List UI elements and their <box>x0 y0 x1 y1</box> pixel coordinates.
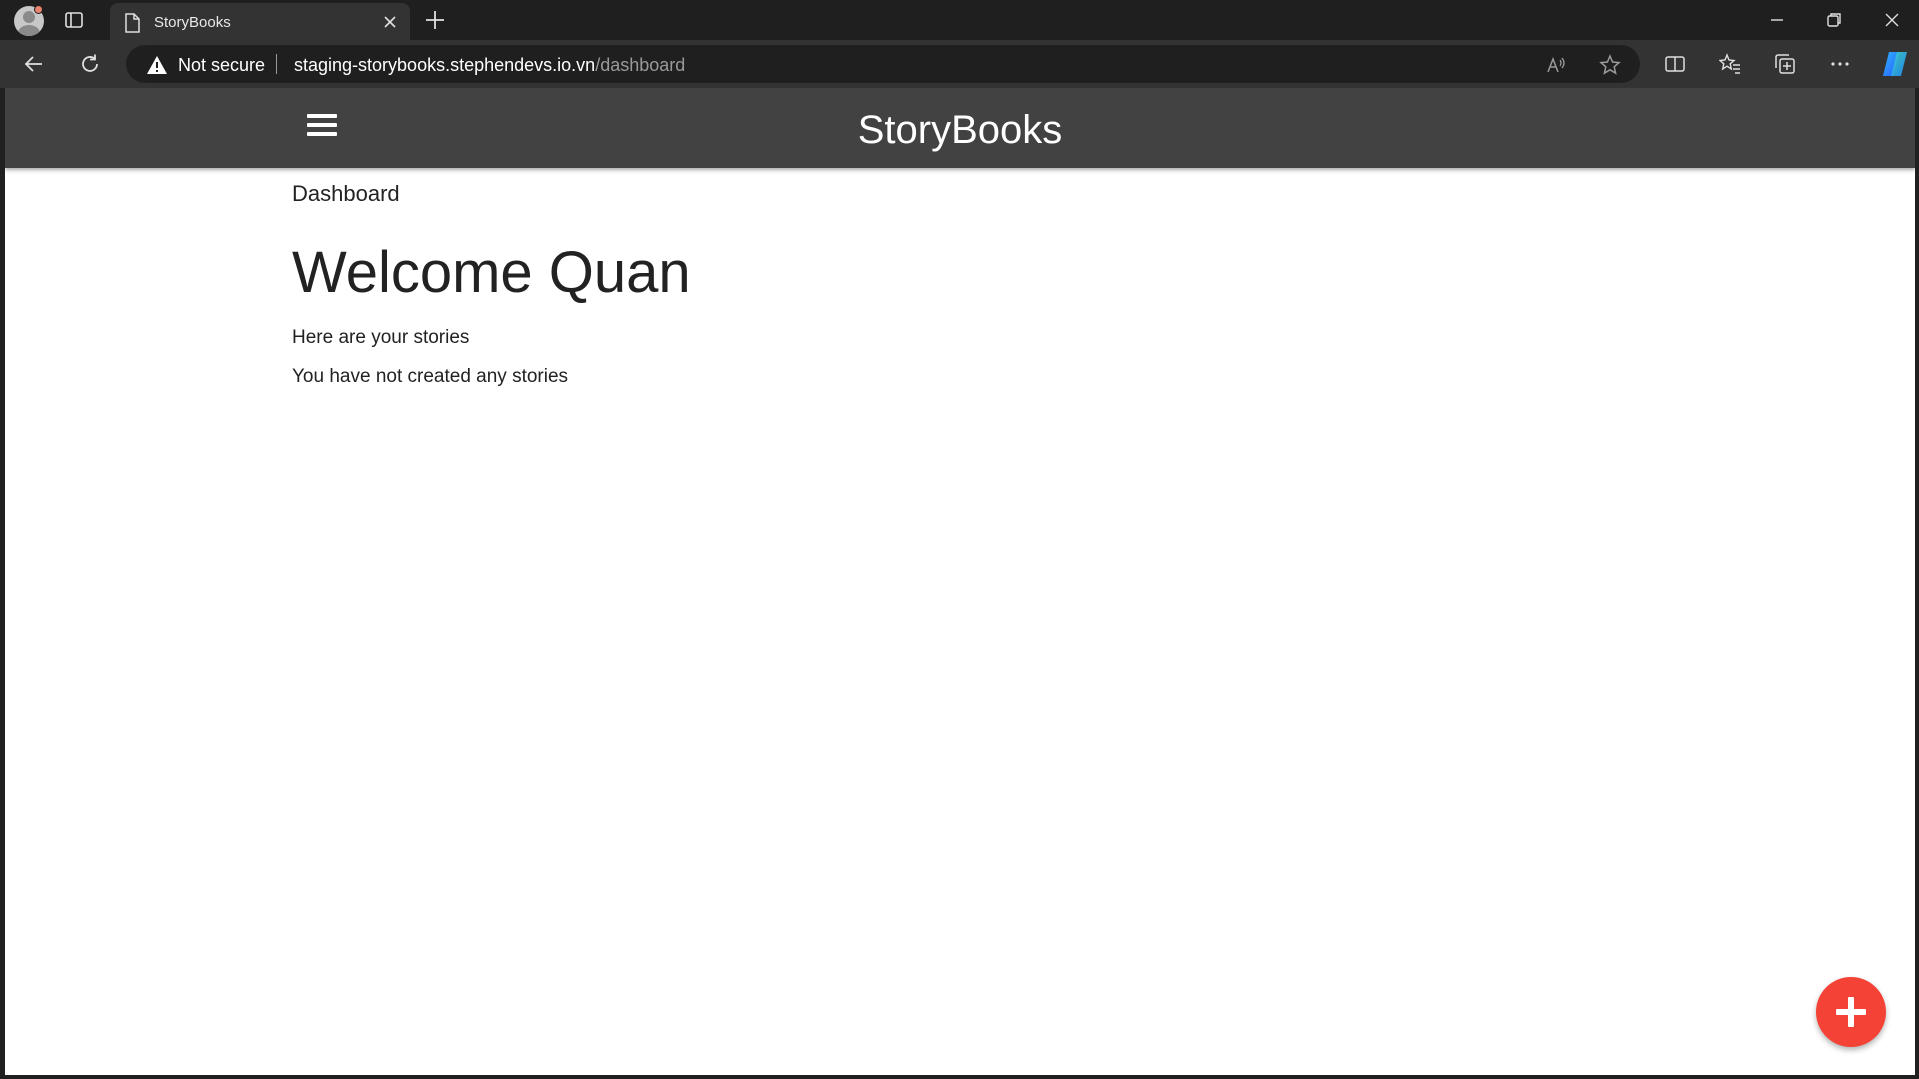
restore-icon[interactable] <box>1822 8 1846 32</box>
read-aloud-icon[interactable] <box>1546 54 1568 76</box>
browser-toolbar: Not secure staging-storybooks.stephendev… <box>0 40 1919 88</box>
tab-title: StoryBooks <box>154 14 231 31</box>
favorites-icon[interactable] <box>1719 53 1741 75</box>
security-label[interactable]: Not secure <box>178 55 265 76</box>
window-bottom-edge <box>0 1075 1919 1079</box>
split-screen-icon[interactable] <box>1664 53 1686 75</box>
stories-subtitle: Here are your stories <box>292 327 470 348</box>
app-navbar: StoryBooks <box>5 88 1915 168</box>
close-icon[interactable] <box>382 14 398 30</box>
add-story-button[interactable] <box>1816 977 1886 1047</box>
plus-icon-horizontal <box>1836 1009 1866 1015</box>
brand-logo[interactable]: StoryBooks <box>5 108 1915 152</box>
url-host: staging-storybooks.stephendevs.io.vn <box>294 55 596 75</box>
address-bar[interactable]: Not secure staging-storybooks.stephendev… <box>126 45 1640 83</box>
warning-icon[interactable] <box>146 55 168 75</box>
page-title: Welcome Quan <box>292 240 691 305</box>
refresh-icon[interactable] <box>78 52 102 76</box>
window-close-icon[interactable] <box>1880 8 1904 32</box>
browser-tab[interactable]: StoryBooks <box>110 3 410 40</box>
page-viewport: StoryBooks Dashboard Welcome Quan Here a… <box>5 88 1915 1075</box>
page-icon <box>125 13 140 33</box>
collections-icon[interactable] <box>1774 53 1796 75</box>
tab-actions-icon[interactable] <box>64 10 84 30</box>
back-arrow-icon[interactable] <box>22 52 46 76</box>
url-path: /dashboard <box>595 55 686 75</box>
browser-tabstrip: StoryBooks <box>0 0 1919 40</box>
url-text[interactable]: staging-storybooks.stephendevs.io.vn/das… <box>294 55 685 76</box>
empty-stories-message: You have not created any stories <box>292 366 569 387</box>
more-icon[interactable] <box>1829 53 1851 75</box>
plus-icon[interactable] <box>424 9 446 31</box>
copilot-icon[interactable] <box>1880 50 1910 78</box>
favorite-star-icon[interactable] <box>1599 54 1621 76</box>
minimize-icon[interactable] <box>1765 8 1789 32</box>
page-breadcrumb: Dashboard <box>292 181 400 206</box>
profile-notification-dot <box>34 5 43 14</box>
address-separator <box>276 54 277 74</box>
dashboard-content: Dashboard Welcome Quan Here are your sto… <box>292 181 691 388</box>
